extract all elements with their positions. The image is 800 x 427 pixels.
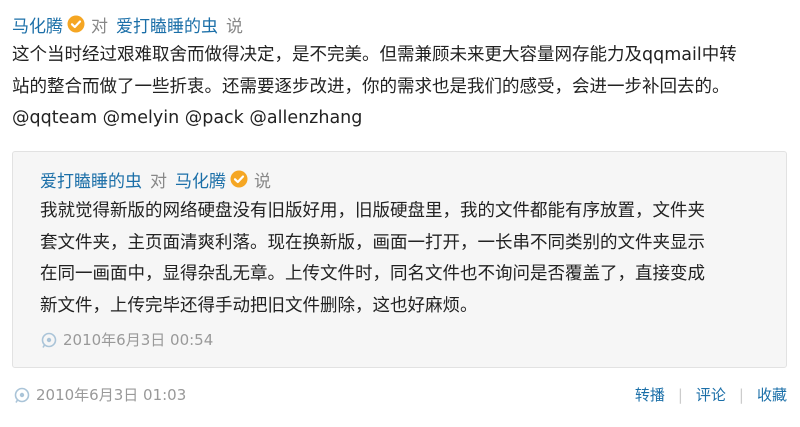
forward-button[interactable]: 转播 [635, 384, 665, 405]
author-name[interactable]: 马化腾 [12, 12, 63, 37]
quoted-text-line: 新文件，上传完毕还得手动把旧文件删除，这也好麻烦。 [40, 295, 478, 316]
to-word: 对 [91, 16, 108, 37]
post-meta: 2010年6月3日 01:03 [14, 384, 186, 405]
post-text-line: 这个当时经过艰难取舍而做得决定，是不完美。但需兼顾未来更大容量网存能力及qqma… [12, 45, 737, 65]
broadcast-time-icon [41, 332, 57, 348]
verified-badge-icon [230, 170, 248, 188]
quoted-text-line: 我就觉得新版的网络硬盘没有旧版好用，旧版硬盘里，我的文件都能有序放置，文件夹 [40, 201, 705, 221]
quoted-to-word: 对 [150, 171, 167, 192]
action-divider: | [738, 385, 744, 404]
post-body: 这个当时经过艰难取舍而做得决定，是不完美。但需兼顾未来更大容量网存能力及qqma… [12, 40, 797, 135]
quoted-timestamp[interactable]: 2010年6月3日 00:54 [63, 329, 213, 350]
post-actions: 转播 | 评论 | 收藏 [635, 384, 787, 405]
quoted-post: 爱打瞌睡的虫 对 马化腾 说 我就觉得新版的网络硬盘没有旧版好用，旧版硬盘里，我… [12, 151, 787, 368]
quoted-post-meta: 2010年6月3日 00:54 [41, 329, 213, 350]
post-text-line: 站的整合而做了一些折衷。还需要逐步改进，你的需求也是我们的感受，会进一步补回去的… [12, 76, 730, 97]
quoted-text-line: 在同一画面中，显得杂乱无章。上传文件时，同名文件也不询问是否覆盖了，直接变成 [40, 264, 705, 284]
favorite-button[interactable]: 收藏 [757, 384, 787, 405]
quoted-text-line: 套文件夹，主页面清爽利落。现在换新版，画面一打开，一长串不同类别的文件夹显示 [40, 232, 705, 253]
quoted-post-body: 我就觉得新版的网络硬盘没有旧版好用，旧版硬盘里，我的文件都能有序放置，文件夹 套… [40, 196, 780, 322]
broadcast-time-icon [14, 387, 30, 403]
verified-badge-icon [67, 15, 85, 33]
post-timestamp[interactable]: 2010年6月3日 01:03 [36, 384, 186, 405]
target-name[interactable]: 爱打瞌睡的虫 [116, 12, 218, 37]
action-divider: | [677, 385, 683, 404]
say-word: 说 [226, 16, 243, 37]
quoted-post-header: 爱打瞌睡的虫 对 马化腾 说 [40, 164, 271, 194]
post-mentions[interactable]: @qqteam @melyin @pack @allenzhang [12, 103, 797, 135]
post-header: 马化腾 对 爱打瞌睡的虫 说 [12, 8, 243, 40]
comment-button[interactable]: 评论 [696, 384, 726, 405]
quoted-say-word: 说 [254, 171, 271, 192]
quoted-target-name[interactable]: 马化腾 [175, 167, 226, 192]
quoted-author-name[interactable]: 爱打瞌睡的虫 [40, 167, 142, 192]
